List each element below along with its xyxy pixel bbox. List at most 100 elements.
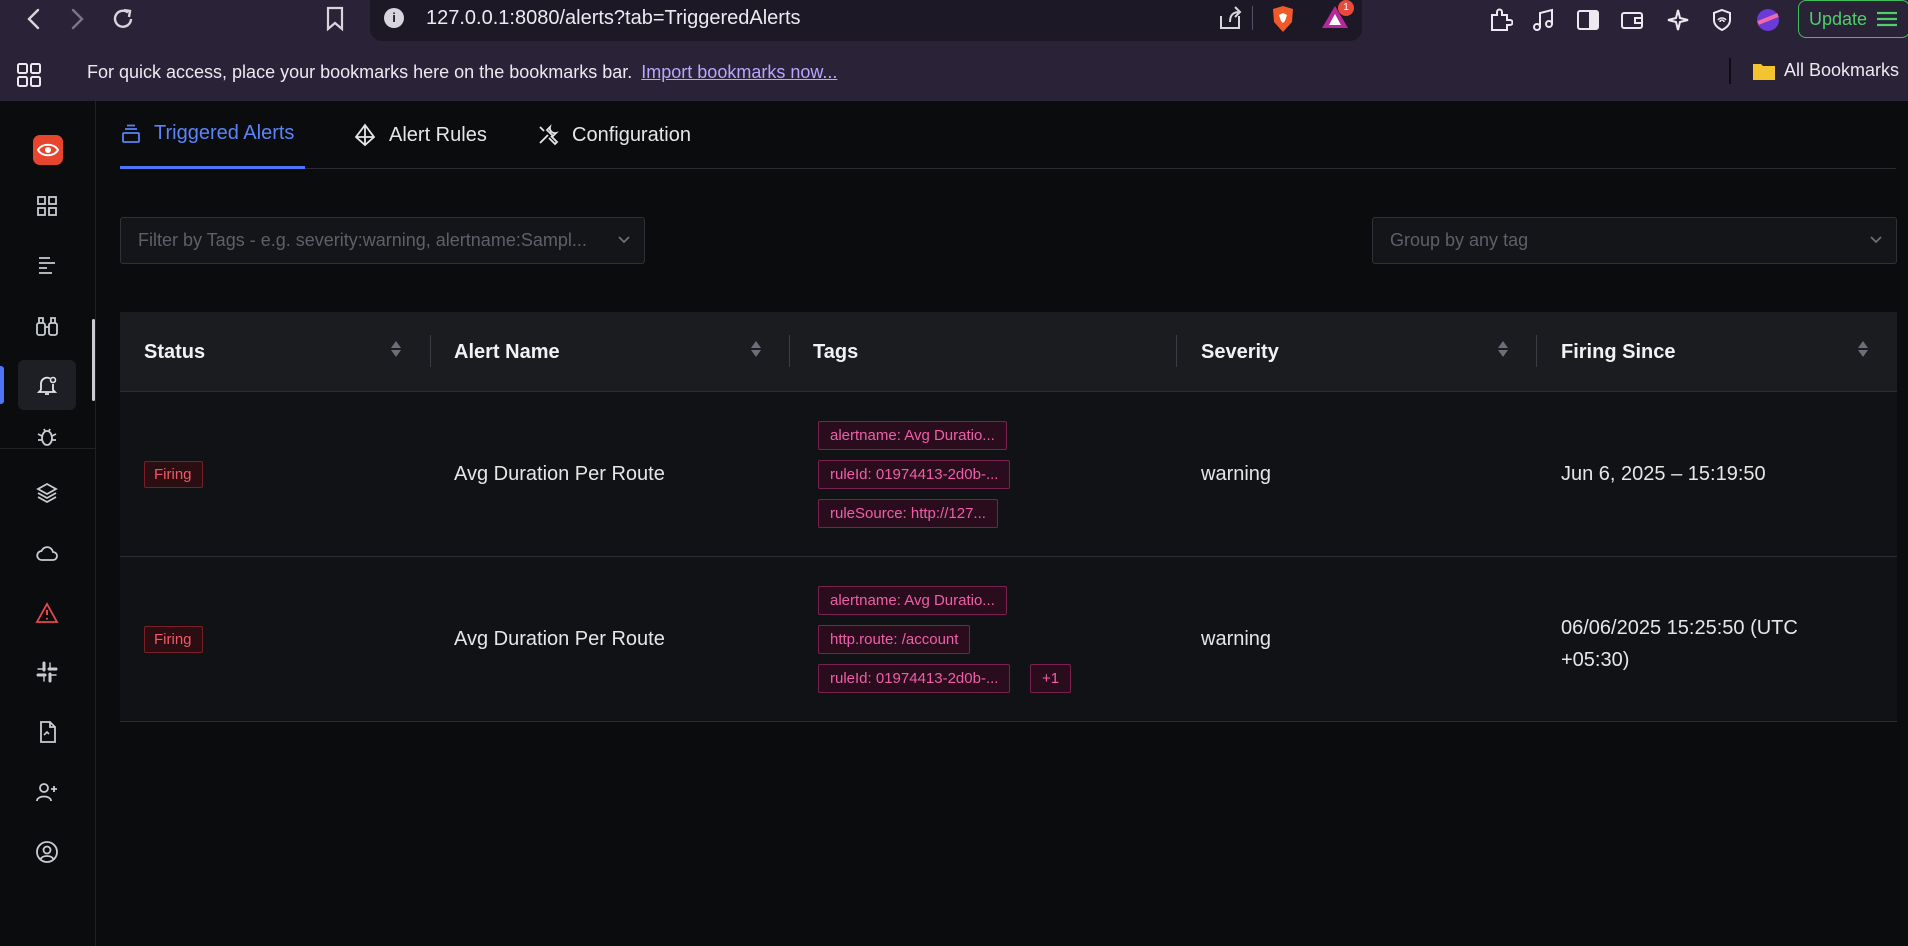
severity-text: warning: [1201, 628, 1272, 650]
music-icon[interactable]: [1528, 4, 1560, 36]
sidebar-item-exceptions[interactable]: [18, 421, 76, 447]
import-bookmarks-link[interactable]: Import bookmarks now...: [641, 62, 837, 82]
all-bookmarks-label: All Bookmarks: [1784, 60, 1900, 80]
folder-icon: [1753, 63, 1775, 80]
sidebar-item-warnings[interactable]: [18, 588, 76, 638]
table-row[interactable]: Firing Avg Duration Per Route alertname:…: [120, 557, 1897, 722]
chevron-down-icon: [1870, 236, 1882, 244]
column-header-severity[interactable]: Severity: [1201, 312, 1279, 392]
tab-label: Configuration: [572, 123, 691, 146]
chevron-down-icon: [618, 236, 630, 244]
bookmarks-bar: For quick access, place your bookmarks h…: [0, 45, 1908, 101]
status-badge: Firing: [144, 461, 203, 488]
sort-icon[interactable]: [1858, 341, 1868, 357]
logo-icon[interactable]: [33, 135, 63, 165]
update-label: Update: [1809, 8, 1868, 29]
url-text[interactable]: 127.0.0.1:8080/alerts?tab=TriggeredAlert…: [426, 7, 801, 30]
diamond-icon: [354, 123, 376, 147]
all-bookmarks-button[interactable]: All Bookmarks: [1752, 60, 1899, 81]
sidebar-item-alerts[interactable]: [18, 360, 76, 410]
layers-icon: [36, 482, 58, 504]
bookmark-button[interactable]: [318, 0, 352, 38]
wallet-icon[interactable]: [1616, 4, 1648, 36]
status-badge: Firing: [144, 626, 203, 653]
leo-ai-icon[interactable]: [1662, 4, 1694, 36]
tag-chip: alertname: Avg Duratio...: [818, 421, 1007, 450]
tab-label: Triggered Alerts: [154, 122, 295, 144]
chevron-left-icon: [27, 8, 40, 30]
sort-icon[interactable]: [391, 341, 401, 357]
extensions-icon[interactable]: [1484, 4, 1516, 36]
column-header-firing-since[interactable]: Firing Since: [1561, 312, 1675, 392]
back-button[interactable]: [17, 0, 51, 38]
sort-icon[interactable]: [1498, 341, 1508, 357]
info-icon[interactable]: i: [384, 8, 404, 28]
column-header-tags: Tags: [813, 340, 859, 363]
apps-grid-icon[interactable]: [16, 62, 42, 93]
rewards-icon[interactable]: 1: [1320, 0, 1354, 37]
brave-shield-icon[interactable]: [1270, 4, 1296, 39]
share-icon[interactable]: [1216, 4, 1244, 37]
sidebar-item-logs[interactable]: [18, 240, 76, 290]
group-by-select[interactable]: Group by any tag: [1372, 217, 1897, 264]
scrollbar[interactable]: [92, 319, 95, 401]
profile-avatar-icon[interactable]: [1752, 4, 1784, 36]
divider: [430, 335, 431, 367]
divider: [789, 335, 790, 367]
tag-chip: ruleSource: http://127...: [818, 499, 998, 528]
sidebar-item-explorer[interactable]: [18, 301, 76, 351]
sidebar-item-profile[interactable]: [18, 827, 76, 877]
chevron-right-icon: [71, 8, 84, 30]
table-row[interactable]: Firing Avg Duration Per Route alertname:…: [120, 392, 1897, 557]
bookmarks-message: For quick access, place your bookmarks h…: [87, 62, 837, 83]
bookmarks-message-text: For quick access, place your bookmarks h…: [87, 62, 633, 82]
slack-icon: [36, 661, 58, 683]
severity-text: warning: [1201, 463, 1272, 485]
warning-icon: [35, 602, 59, 623]
alerts-table: Status Alert Name Tags Severity Firing S…: [120, 312, 1897, 722]
tools-icon: [539, 124, 559, 146]
firing-since: Jun 6, 2025 – 15:19:50: [1561, 463, 1766, 485]
tab-label: Alert Rules: [389, 123, 487, 146]
file-icon: [40, 721, 56, 743]
update-button[interactable]: Update: [1798, 0, 1908, 38]
list-icon: [39, 257, 55, 274]
sidebar-item-docs[interactable]: [18, 707, 76, 757]
reload-icon: [113, 8, 133, 28]
group-by-placeholder: Group by any tag: [1390, 230, 1529, 250]
sidebar-item-home[interactable]: [18, 181, 76, 231]
tag-chip: alertname: Avg Duratio...: [818, 586, 1007, 615]
reload-button[interactable]: [106, 0, 140, 38]
active-indicator: [0, 366, 4, 404]
divider: [0, 448, 96, 449]
tag-chip: http.route: /account: [818, 625, 971, 654]
more-tags-chip[interactable]: +1: [1030, 664, 1072, 693]
sidebar-toggle-icon[interactable]: [1572, 4, 1604, 36]
dashboard-grid-icon: [37, 196, 57, 216]
address-bar[interactable]: i 127.0.0.1:8080/alerts?tab=TriggeredAle…: [370, 0, 1362, 41]
divider: [1536, 335, 1537, 367]
tag-filter-placeholder: Filter by Tags - e.g. severity:warning, …: [138, 230, 587, 250]
sidebar-item-cloud[interactable]: [18, 528, 76, 578]
tag-filter-select[interactable]: Filter by Tags - e.g. severity:warning, …: [120, 217, 645, 264]
tag-chip: ruleId: 01974413-2d0b-...: [818, 664, 1011, 693]
tab-alert-rules[interactable]: Alert Rules: [353, 101, 487, 169]
divider: [1729, 58, 1731, 84]
sidebar-item-invite[interactable]: [18, 767, 76, 817]
firing-since-line: 06/06/2025 15:25:50 (UTC: [1561, 617, 1798, 639]
column-header-status[interactable]: Status: [144, 312, 205, 392]
tab-triggered-alerts[interactable]: Triggered Alerts: [120, 101, 305, 169]
sidebar-item-slack[interactable]: [18, 647, 76, 697]
browser-toolbar: i 127.0.0.1:8080/alerts?tab=TriggeredAle…: [0, 0, 1908, 45]
divider: [1252, 6, 1253, 30]
vpn-shield-icon[interactable]: [1706, 4, 1738, 36]
tab-configuration[interactable]: Configuration: [536, 101, 691, 169]
sidebar-item-integrations[interactable]: [18, 468, 76, 518]
column-header-alert-name[interactable]: Alert Name: [454, 312, 560, 392]
notification-badge: 1: [1338, 0, 1354, 16]
sort-icon[interactable]: [751, 341, 761, 357]
forward-button[interactable]: [60, 0, 94, 38]
table-header: Status Alert Name Tags Severity Firing S…: [120, 312, 1897, 392]
menu-icon: [1877, 11, 1898, 27]
bookmark-icon: [326, 6, 344, 32]
